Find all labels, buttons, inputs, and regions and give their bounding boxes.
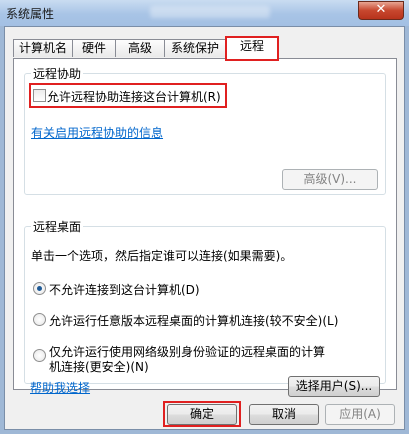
radio-dont-allow-label[interactable]: 不允许连接到这台计算机(D) xyxy=(49,281,200,298)
apply-button[interactable]: 应用(A) xyxy=(325,404,395,425)
remote-assistance-legend: 远程协助 xyxy=(31,65,84,82)
title-bar: 系统属性 ✕ xyxy=(0,0,409,26)
radio-allow-nla-only-label-line2[interactable]: 机连接(更安全)(N) xyxy=(49,358,149,375)
checkbox-highlight-box xyxy=(29,83,227,108)
tab-hardware[interactable]: 硬件 xyxy=(72,39,116,57)
remote-desktop-legend: 远程桌面 xyxy=(31,218,84,235)
radio-dont-allow[interactable] xyxy=(33,282,46,295)
radio-allow-any-version-label[interactable]: 允许运行任意版本远程桌面的计算机连接(较不安全)(L) xyxy=(49,312,338,329)
remote-desktop-group: 远程桌面 单击一个选项，然后指定谁可以连接(如果需要)。 不允许连接到这台计算机… xyxy=(24,218,386,384)
select-users-button[interactable]: 选择用户(S)... xyxy=(288,376,380,397)
radio-allow-nla-only[interactable] xyxy=(33,349,46,362)
ok-button[interactable]: 确定 xyxy=(167,404,237,425)
remote-desktop-instruction: 单击一个选项，然后指定谁可以连接(如果需要)。 xyxy=(31,249,293,263)
advanced-button[interactable]: 高级(V)... xyxy=(282,169,378,190)
remote-assistance-group: 远程协助 允许远程协助连接这台计算机(R) 有关启用远程协助的信息 高级(V).… xyxy=(24,65,386,195)
close-button[interactable]: ✕ xyxy=(358,1,404,20)
tab-computer-name[interactable]: 计算机名 xyxy=(13,39,73,57)
tab-advanced[interactable]: 高级 xyxy=(115,39,165,57)
help-me-choose-link[interactable]: 帮助我选择 xyxy=(30,379,90,396)
remote-tab-panel: 远程协助 允许远程协助连接这台计算机(R) 有关启用远程协助的信息 高级(V).… xyxy=(13,58,397,397)
blurred-title-area xyxy=(150,6,270,18)
cancel-button[interactable]: 取消 xyxy=(249,404,319,425)
remote-assistance-info-link[interactable]: 有关启用远程协助的信息 xyxy=(31,124,163,141)
tab-remote[interactable]: 远程 xyxy=(225,36,279,61)
system-properties-dialog: 计算机名 硬件 高级 系统保护 远程 远程协助 允许远程协助连接这台计算机(R)… xyxy=(4,26,405,430)
window-title: 系统属性 xyxy=(6,7,55,21)
tab-system-protection[interactable]: 系统保护 xyxy=(164,39,226,57)
radio-allow-any-version[interactable] xyxy=(33,313,46,326)
